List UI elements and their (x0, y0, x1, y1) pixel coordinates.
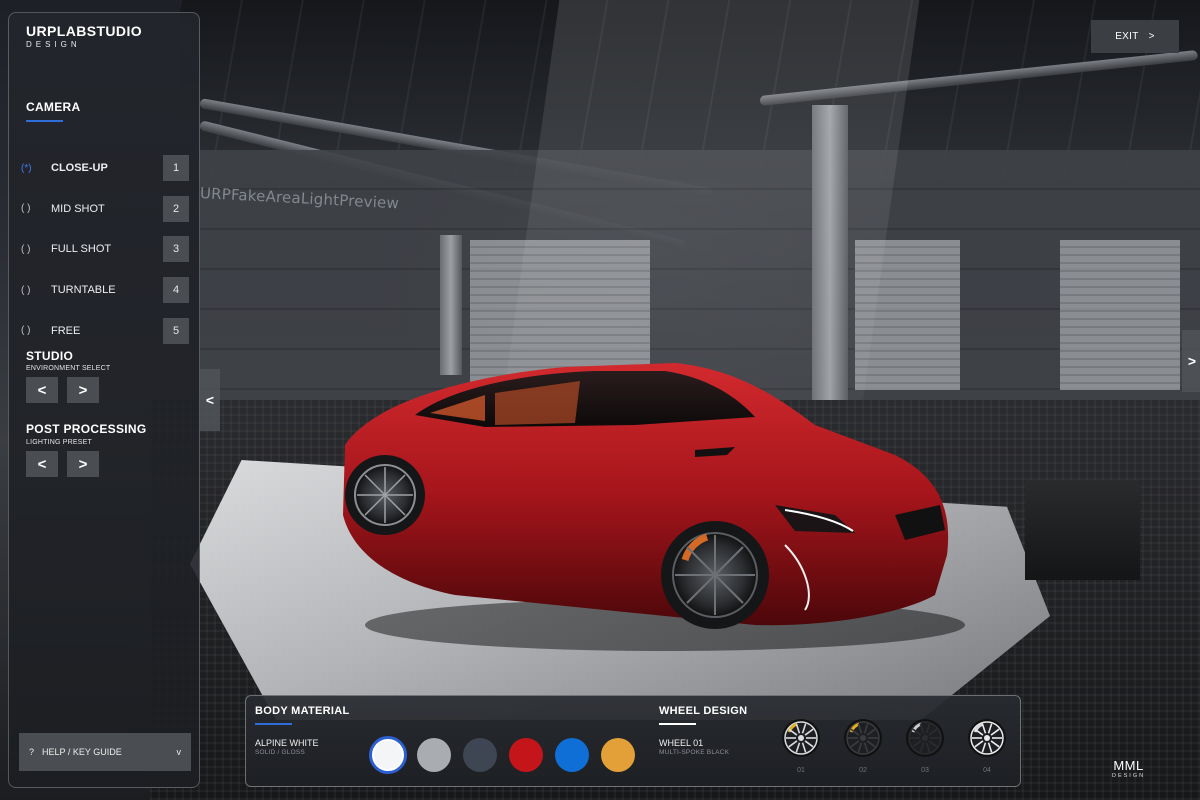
environment-next-button[interactable]: > (67, 377, 99, 403)
wheel-number-label: 03 (921, 767, 929, 774)
paint-swatch-4[interactable] (509, 738, 543, 772)
brand-logo: URPLABSTUDIO DESIGN (26, 23, 142, 49)
radio-indicator: ( ) (21, 325, 31, 337)
camera-accent-line (26, 120, 63, 122)
wheel-option-01[interactable] (781, 718, 821, 758)
body-material-accent-line (255, 723, 292, 725)
hotkey-badge: 3 (163, 236, 189, 263)
brand-subtitle: DESIGN (26, 40, 81, 49)
camera-option-label: CLOSE-UP (51, 162, 108, 174)
camera-option-label: FREE (51, 324, 81, 337)
environment-select-label: ENVIRONMENT SELECT (26, 365, 111, 372)
paint-swatch-1[interactable] (369, 736, 407, 774)
paint-swatch-5[interactable] (555, 738, 589, 772)
chevron-right-icon: > (1148, 31, 1155, 42)
camera-option-free[interactable]: ( ) FREE 5 (19, 317, 189, 344)
customization-panel: BODY MATERIAL ALPINE WHITE SOLID / GLOSS… (245, 695, 1021, 787)
chevron-left-icon: < (37, 455, 47, 473)
wheel-number-label: 01 (797, 767, 805, 774)
camera-option-close-up[interactable]: (*) CLOSE-UP 1 (19, 155, 189, 181)
radio-indicator: ( ) (21, 284, 31, 296)
camera-section-title: CAMERA (26, 100, 81, 114)
help-icon: ? (29, 747, 35, 757)
wheel-number-label: 04 (983, 767, 991, 774)
wheel-option-03[interactable] (905, 718, 945, 758)
camera-option-turntable[interactable]: ( ) TURNTABLE 4 (19, 277, 189, 304)
control-panel: URPLABSTUDIO DESIGN CAMERA (*) CLOSE-UP 1(… (8, 12, 200, 788)
exit-label: EXIT (1115, 31, 1139, 42)
radio-indicator: (*) (21, 162, 32, 174)
mml-logo-subtitle: DESIGN (1112, 773, 1146, 779)
paint-swatch-6[interactable] (601, 738, 635, 772)
help-label: HELP / KEY GUIDE (42, 747, 122, 757)
wheel-number-label: 02 (859, 767, 867, 774)
chevron-right-icon: > (1187, 353, 1197, 369)
camera-option-label: FULL SHOT (51, 243, 112, 256)
mml-logo-name: MML (1113, 758, 1144, 773)
chevron-left-icon: < (205, 392, 215, 408)
garage-shutter (1060, 240, 1180, 390)
camera-option-label: TURNTABLE (51, 284, 116, 297)
radio-indicator: ( ) (21, 203, 31, 215)
camera-option-label: MID SHOT (51, 202, 105, 215)
wheel-option-02[interactable] (843, 718, 883, 758)
wheel-design-finish: MULTI-SPOKE BLACK (659, 749, 730, 756)
exit-button[interactable]: EXIT > (1091, 20, 1179, 53)
mml-logo: MML DESIGN (1112, 758, 1145, 779)
radio-indicator: ( ) (21, 243, 31, 255)
paint-swatch-3[interactable] (463, 738, 497, 772)
camera-option-mid-shot[interactable]: ( ) MID SHOT 2 (19, 195, 189, 222)
collapse-panel-button[interactable]: < (200, 369, 220, 431)
body-material-title: BODY MATERIAL (255, 705, 350, 717)
car-graphic (343, 363, 965, 651)
brand-name: URPLABSTUDIO (26, 23, 143, 39)
lighting-prev-button[interactable]: < (26, 451, 58, 477)
body-material-finish: SOLID / GLOSS (255, 749, 305, 756)
lighting-next-button[interactable]: > (67, 451, 99, 477)
chevron-down-icon: v (176, 747, 182, 757)
support-column (440, 235, 462, 375)
studio-section-title: STUDIO (26, 349, 74, 363)
paint-swatch-2[interactable] (417, 738, 451, 772)
wheel-design-accent-line (659, 723, 696, 725)
hotkey-badge: 2 (163, 195, 189, 222)
car-model[interactable] (335, 355, 965, 655)
chevron-right-icon: > (78, 455, 88, 473)
chevron-left-icon: < (37, 381, 47, 399)
environment-prev-button[interactable]: < (26, 377, 58, 403)
hotkey-badge: 4 (163, 277, 189, 304)
help-key-guide-button[interactable]: ? HELP / KEY GUIDE v (19, 733, 191, 771)
post-processing-section-title: POST PROCESSING (26, 422, 147, 436)
wheel-design-value: WHEEL 01 (659, 738, 704, 748)
hotkey-badge: 5 (163, 317, 189, 344)
floor-crate (1025, 480, 1140, 580)
wheel-option-04[interactable] (967, 718, 1007, 758)
expand-panel-button[interactable]: > (1182, 330, 1200, 392)
body-material-value: ALPINE WHITE (255, 738, 319, 748)
hotkey-badge: 1 (163, 155, 189, 181)
wheel-design-title: WHEEL DESIGN (659, 705, 748, 717)
chevron-right-icon: > (78, 381, 88, 399)
lighting-preset-label: LIGHTING PRESET (26, 439, 93, 446)
camera-option-full-shot[interactable]: ( ) FULL SHOT 3 (19, 236, 189, 263)
